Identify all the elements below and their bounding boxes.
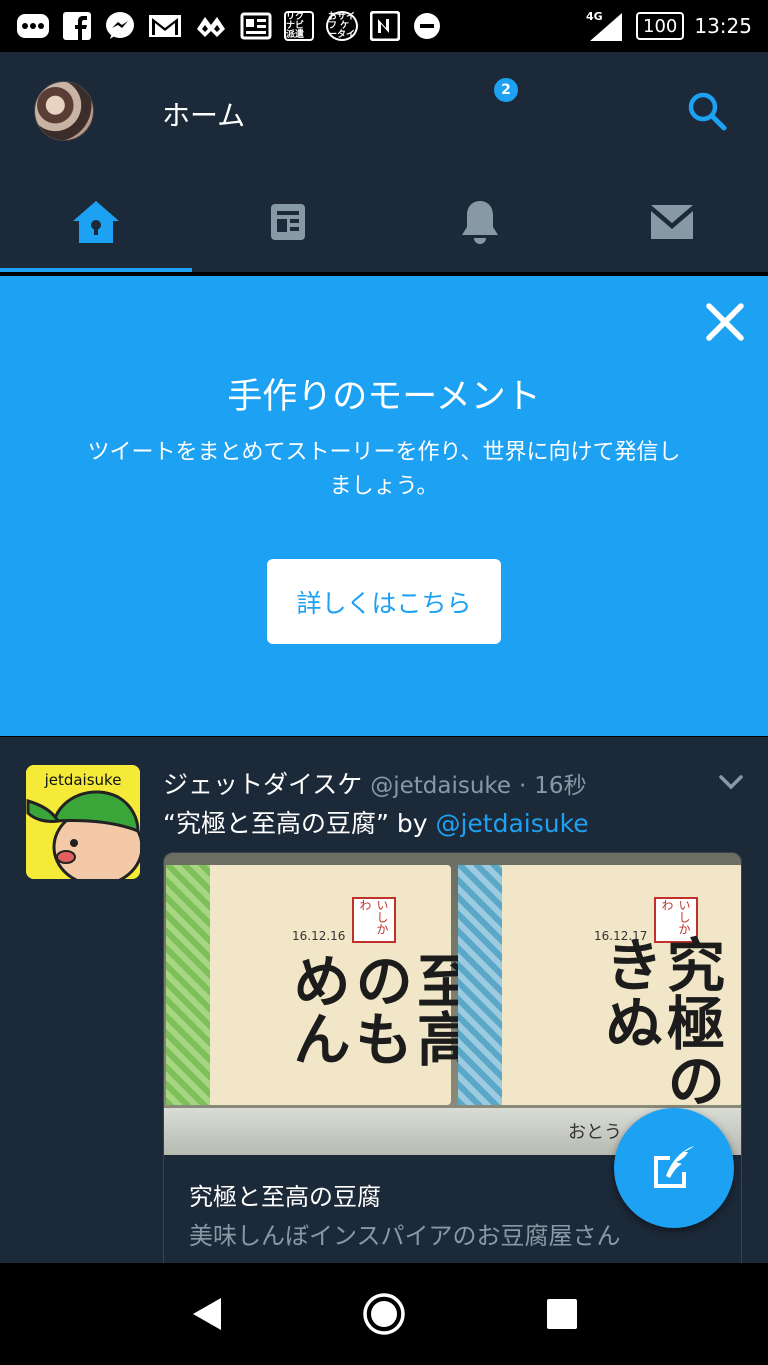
- tweet-author-handle[interactable]: @jetdaisuke: [370, 773, 511, 799]
- more-icon: [17, 14, 49, 38]
- tweet-author-name[interactable]: ジェットダイスケ: [163, 770, 362, 799]
- page-title: ホーム: [162, 99, 246, 132]
- close-icon[interactable]: [703, 300, 747, 344]
- back-icon[interactable]: [189, 1296, 223, 1332]
- signal-icon: 4G: [586, 10, 622, 41]
- tab-notifications[interactable]: [384, 172, 576, 272]
- tab-messages[interactable]: [576, 172, 768, 272]
- system-status: 4G 100 13:25: [586, 9, 752, 43]
- card-title: 究極と至高の豆腐: [189, 1183, 381, 1211]
- osaifu-label: おサイフ ケータイ: [328, 11, 356, 40]
- osaifu-icon: おサイフ ケータイ: [326, 11, 358, 41]
- news-icon: [240, 12, 272, 40]
- tofu-package-right: 16.12.17 いしかわ 究極のきぬ: [458, 865, 741, 1109]
- avatar-text: jetdaisuke: [44, 771, 122, 789]
- notification-icons: リクナビ 派遣 おサイフ ケータイ: [16, 11, 442, 41]
- tab-moments[interactable]: [192, 172, 384, 272]
- mail-icon: [651, 205, 693, 239]
- moments-icon: [271, 204, 305, 240]
- tweet-text: “究極と至高の豆腐” by @jetdaisuke: [163, 804, 589, 840]
- tweet-timestamp[interactable]: 16秒: [534, 773, 586, 799]
- svg-text:4G: 4G: [586, 10, 603, 23]
- recents-icon[interactable]: [545, 1297, 579, 1331]
- compose-tweet-button[interactable]: [614, 1108, 734, 1228]
- tweet-mention-link[interactable]: @jetdaisuke: [435, 809, 588, 838]
- facebook-icon: [63, 12, 91, 40]
- status-bar: リクナビ 派遣 おサイフ ケータイ 4G 100 13:25: [0, 0, 768, 52]
- moments-promo-card: 手作りのモーメント ツイートをまとめてストーリーを作り、世界に向けて発信しましょ…: [0, 276, 768, 736]
- gmail-icon: [149, 15, 181, 37]
- home-button-icon[interactable]: [362, 1292, 406, 1336]
- promo-title: 手作りのモーメント: [227, 377, 541, 417]
- brand-label-left: いしかわ: [352, 897, 396, 943]
- search-icon[interactable]: [686, 90, 728, 132]
- learn-more-button[interactable]: 詳しくはこちら: [267, 559, 501, 644]
- battery-level: 100: [643, 15, 678, 37]
- messenger-icon: [106, 12, 134, 39]
- tab-bar: [0, 172, 768, 272]
- system-nav-bar: [0, 1263, 768, 1365]
- tweet-avatar[interactable]: jetdaisuke: [26, 765, 140, 879]
- clock: 13:25: [694, 14, 752, 38]
- card-description: 美味しんぼインスパイアのお豆腐屋さん: [189, 1222, 621, 1250]
- chevron-down-icon[interactable]: [716, 767, 746, 797]
- tofu-package-left: 16.12.16 いしかわ 至高のもめん: [166, 865, 475, 1105]
- compose-icon: [654, 1146, 694, 1188]
- battery-icon: 100: [636, 12, 685, 40]
- jetdaisuke-avatar-image: jetdaisuke: [26, 765, 140, 879]
- nfc-icon: [370, 11, 400, 41]
- tweet-text-body: “究極と至高の豆腐” by: [163, 809, 436, 838]
- do-not-disturb-icon: [414, 13, 440, 39]
- tofu-date-left: 16.12.16: [292, 929, 346, 943]
- rikunabi-icon: リクナビ 派遣: [284, 11, 314, 41]
- app-header: ホーム 2: [0, 52, 768, 272]
- tweet-header: ジェットダイスケ @jetdaisuke · 16秒: [163, 765, 587, 801]
- promo-description: ツイートをまとめてストーリーを作り、世界に向けて発信しましょう。: [87, 440, 681, 499]
- bell-icon: [462, 201, 498, 244]
- notification-badge: 2: [492, 76, 520, 104]
- tab-home[interactable]: [0, 172, 192, 272]
- rikunabi-label: リクナビ 派遣: [286, 11, 305, 40]
- app-icon: [197, 17, 225, 37]
- home-icon: [73, 201, 119, 243]
- shelf-tag: おとう: [568, 1122, 622, 1143]
- tofu-name-left: 至高のもめん: [283, 951, 475, 1067]
- tofu-name-right: 究極のきぬ: [595, 935, 725, 1109]
- profile-avatar[interactable]: [34, 81, 94, 141]
- tweet-separator: ·: [519, 773, 527, 799]
